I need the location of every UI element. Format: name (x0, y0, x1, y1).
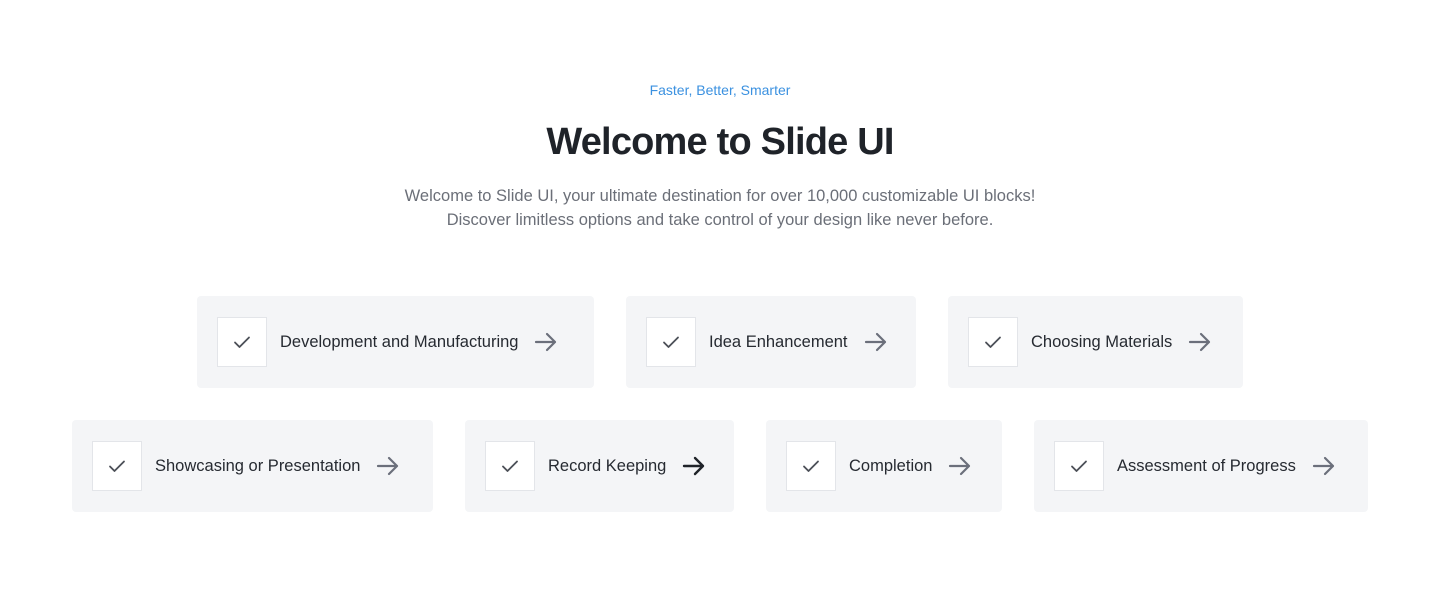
feature-row-1: Development and Manufacturing Idea Enhan… (0, 296, 1440, 388)
feature-card-completion[interactable]: Completion (766, 420, 1002, 512)
feature-card-idea-enhancement[interactable]: Idea Enhancement (626, 296, 916, 388)
feature-label: Assessment of Progress (1117, 456, 1296, 475)
page-title: Welcome to Slide UI (546, 121, 894, 163)
check-icon (646, 317, 696, 367)
feature-label: Record Keeping (548, 456, 667, 475)
check-icon (217, 317, 267, 367)
feature-label: Choosing Materials (1031, 332, 1173, 351)
arrow-right-icon[interactable] (534, 332, 558, 352)
feature-row-2: Showcasing or Presentation Record Keepin… (0, 420, 1440, 512)
feature-label: Completion (849, 456, 933, 475)
hero-description: Welcome to Slide UI, your ultimate desti… (404, 187, 1036, 229)
arrow-right-icon[interactable] (948, 456, 972, 476)
arrow-right-icon[interactable] (1188, 332, 1212, 352)
check-icon (92, 441, 142, 491)
feature-card-showcasing-presentation[interactable]: Showcasing or Presentation (72, 420, 433, 512)
arrow-right-icon[interactable] (682, 456, 706, 476)
check-icon (1054, 441, 1104, 491)
arrow-right-icon[interactable] (1312, 456, 1336, 476)
feature-card-development-manufacturing[interactable]: Development and Manufacturing (197, 296, 594, 388)
feature-label: Development and Manufacturing (280, 332, 519, 351)
check-icon (786, 441, 836, 491)
eyebrow-tagline: Faster, Better, Smarter (649, 82, 791, 98)
check-icon (485, 441, 535, 491)
check-icon (968, 317, 1018, 367)
feature-card-choosing-materials[interactable]: Choosing Materials (948, 296, 1243, 388)
arrow-right-icon[interactable] (864, 332, 888, 352)
feature-card-assessment-progress[interactable]: Assessment of Progress (1034, 420, 1368, 512)
feature-card-record-keeping[interactable]: Record Keeping (465, 420, 734, 512)
arrow-right-icon[interactable] (376, 456, 400, 476)
feature-label: Showcasing or Presentation (155, 456, 361, 475)
feature-label: Idea Enhancement (709, 332, 848, 351)
